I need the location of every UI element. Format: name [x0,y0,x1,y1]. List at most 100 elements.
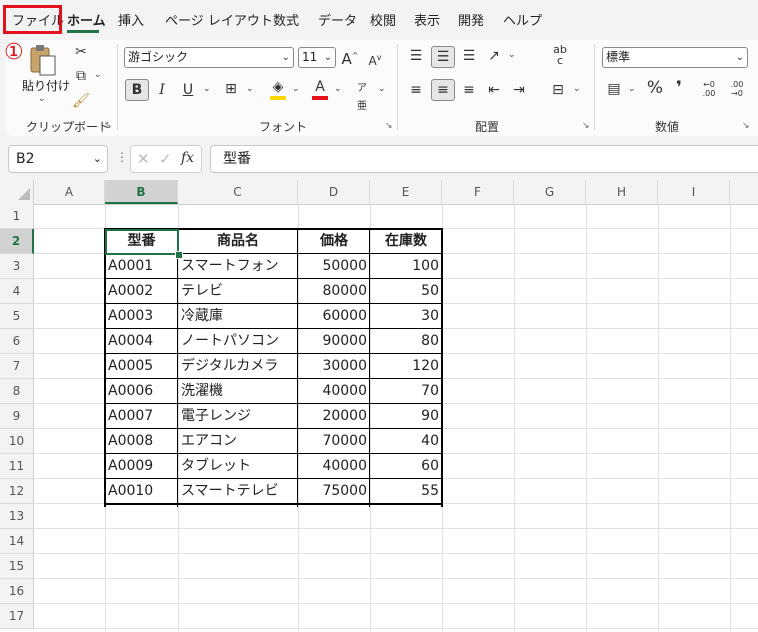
font-size-select[interactable]: 11 ⌄ [298,47,336,68]
table-header-cell[interactable]: 商品名 [178,229,298,254]
comma-style-icon[interactable]: ❜ [672,79,686,97]
formula-bar-options-icon[interactable]: ⋮ [116,150,128,164]
accounting-dropdown-icon[interactable]: ⌄ [628,84,636,94]
align-bottom-icon[interactable]: ☰ [460,47,478,65]
merge-center-icon[interactable]: ⊟ [548,81,568,99]
cell-product-name[interactable]: タブレット [178,454,298,479]
cell-model[interactable]: A0003 [105,304,178,329]
cell-product-name[interactable]: スマートフォン [178,254,298,279]
decrease-decimal-icon[interactable]: .00 →0 [726,80,748,98]
row-header[interactable]: 16 [0,579,34,604]
cell-model[interactable]: A0005 [105,354,178,379]
cell-stock[interactable]: 120 [370,354,442,379]
tab-help[interactable]: ヘルプ [503,10,542,29]
align-center-button[interactable]: ≡ [431,79,455,101]
border-dropdown-icon[interactable]: ⌄ [246,84,254,94]
cell-stock[interactable]: 55 [370,479,442,504]
cell-model[interactable]: A0002 [105,279,178,304]
align-top-icon[interactable]: ☰ [407,47,425,65]
cell-stock[interactable]: 90 [370,404,442,429]
fill-color-dropdown-icon[interactable]: ⌄ [292,84,300,94]
column-header-f[interactable]: F [442,180,514,204]
cell-price[interactable]: 60000 [298,304,370,329]
row-header[interactable]: 1 [0,204,34,229]
row-header[interactable]: 4 [0,279,34,304]
table-header-cell[interactable]: 価格 [298,229,370,254]
cell-stock[interactable]: 40 [370,429,442,454]
row-header[interactable]: 8 [0,379,34,404]
cell-product-name[interactable]: スマートテレビ [178,479,298,504]
cell-price[interactable]: 80000 [298,279,370,304]
alignment-launcher-icon[interactable]: ↘ [582,121,590,131]
row-header[interactable]: 14 [0,529,34,554]
select-all-button[interactable] [0,180,34,204]
name-box[interactable]: B2 ⌄ [8,145,108,173]
orientation-icon[interactable]: ↗ [485,47,503,65]
column-header-a[interactable]: A [34,180,105,204]
font-color-icon[interactable]: A [310,78,330,100]
cell-product-name[interactable]: デジタルカメラ [178,354,298,379]
column-header-b[interactable]: B [105,180,178,204]
tab-view[interactable]: 表示 [414,10,440,29]
row-header[interactable]: 5 [0,304,34,329]
formula-input[interactable]: 型番 [210,145,758,173]
row-header[interactable]: 13 [0,504,34,529]
row-header[interactable]: 3 [0,254,34,279]
tab-formulas[interactable]: 数式 [273,10,299,29]
tab-insert[interactable]: 挿入 [118,10,144,29]
paste-button-label[interactable]: 貼り付け [22,77,70,94]
cut-icon[interactable]: ✂ [72,43,90,61]
cell-model[interactable]: A0009 [105,454,178,479]
shrink-font-icon[interactable]: Av [366,49,384,70]
paste-dropdown-icon[interactable]: ⌄ [38,94,46,104]
cell-model[interactable]: A0007 [105,404,178,429]
cell-price[interactable]: 50000 [298,254,370,279]
number-launcher-icon[interactable]: ↘ [742,121,750,131]
tab-developer[interactable]: 開発 [458,10,484,29]
row-header[interactable]: 17 [0,604,34,629]
column-header-e[interactable]: E [370,180,442,204]
fill-color-icon[interactable]: ◈ [268,78,288,100]
font-color-dropdown-icon[interactable]: ⌄ [334,84,342,94]
percent-style-icon[interactable]: % [646,79,664,97]
increase-decimal-icon[interactable]: ←0 .00 [698,80,720,98]
tab-review[interactable]: 校閲 [370,10,396,29]
cell-stock[interactable]: 100 [370,254,442,279]
orientation-dropdown-icon[interactable]: ⌄ [508,50,516,60]
table-header-cell[interactable]: 在庫数 [370,229,442,254]
copy-icon[interactable]: ⧉ [72,67,90,85]
increase-indent-icon[interactable]: ⇥ [510,81,528,99]
cell-product-name[interactable]: 電子レンジ [178,404,298,429]
row-header[interactable]: 2 [0,229,34,254]
row-header[interactable]: 9 [0,404,34,429]
tab-home[interactable]: ホーム [67,10,106,29]
clipboard-launcher-icon[interactable]: ↘ [104,121,112,131]
cell-model[interactable]: A0001 [105,254,178,279]
border-icon[interactable]: ⊞ [222,80,240,98]
cell-price[interactable]: 70000 [298,429,370,454]
cell-stock[interactable]: 80 [370,329,442,354]
accounting-format-icon[interactable]: ▤ [604,80,624,98]
cell-product-name[interactable]: 冷蔵庫 [178,304,298,329]
copy-dropdown-icon[interactable]: ⌄ [94,70,102,80]
grow-font-icon[interactable]: A^ [341,47,359,68]
cell-price[interactable]: 75000 [298,479,370,504]
cell-model[interactable]: A0008 [105,429,178,454]
cancel-icon[interactable]: ✕ [137,150,150,168]
enter-icon[interactable]: ✓ [159,150,172,168]
cell-stock[interactable]: 70 [370,379,442,404]
column-header-d[interactable]: D [298,180,370,204]
column-header-i[interactable]: I [658,180,730,204]
row-header[interactable]: 10 [0,429,34,454]
align-left-icon[interactable]: ≡ [407,81,425,99]
cell-product-name[interactable]: ノートパソコン [178,329,298,354]
cell-model[interactable]: A0006 [105,379,178,404]
number-format-select[interactable]: 標準 ⌄ [602,47,748,68]
cell-product-name[interactable]: テレビ [178,279,298,304]
cell-price[interactable]: 90000 [298,329,370,354]
format-painter-icon[interactable]: 🖌 [72,92,90,110]
font-name-select[interactable]: 游ゴシック ⌄ [124,47,294,68]
underline-button[interactable]: U [180,81,196,99]
fill-handle[interactable] [175,251,183,259]
cell-price[interactable]: 40000 [298,454,370,479]
